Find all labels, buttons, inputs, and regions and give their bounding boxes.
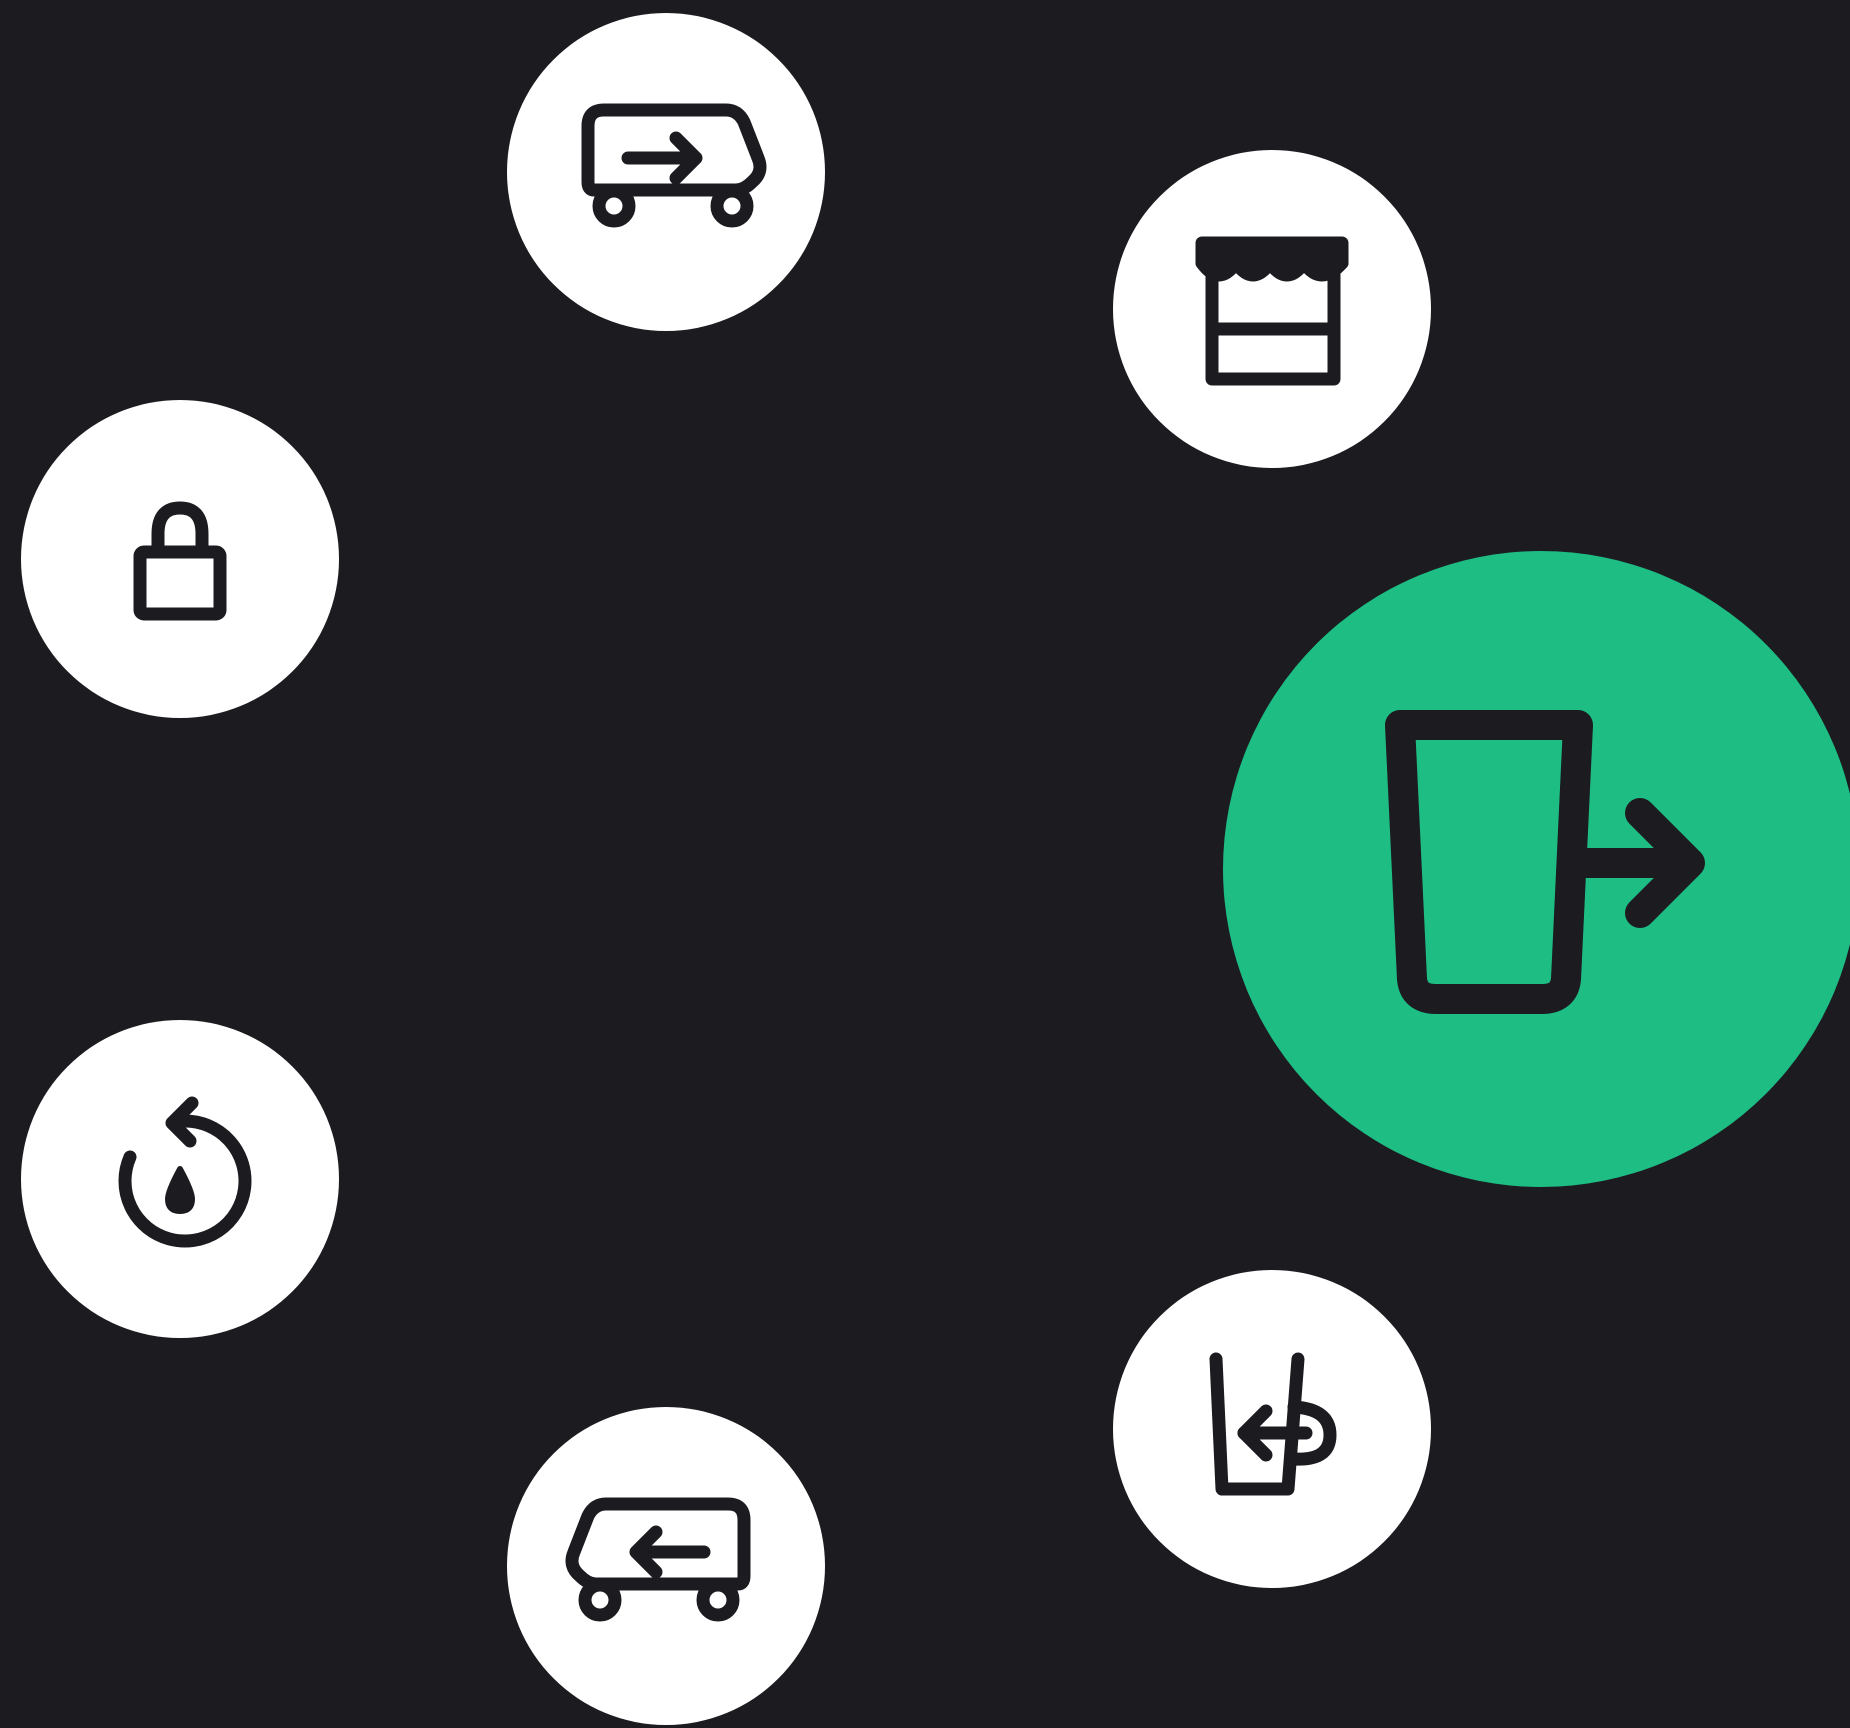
delivery-van-outbound-icon: [566, 102, 767, 242]
van-return-button[interactable]: [507, 1407, 825, 1725]
padlock-icon: [130, 494, 230, 624]
market-stand-button[interactable]: [1113, 150, 1431, 468]
van-outbound-button[interactable]: [507, 13, 825, 331]
water-refill-cycle-icon: [100, 1096, 260, 1259]
mug-return-button[interactable]: [1113, 1270, 1431, 1588]
cup-checkout-arrow-icon: [1384, 709, 1714, 1029]
lock-button[interactable]: [21, 400, 339, 718]
delivery-van-return-icon: [565, 1496, 766, 1636]
cup-checkout-button[interactable]: [1223, 551, 1850, 1187]
refill-cycle-button[interactable]: [21, 1020, 339, 1338]
radial-menu: [0, 0, 1850, 1728]
mug-return-icon: [1202, 1349, 1342, 1509]
market-stand-icon: [1192, 229, 1352, 389]
